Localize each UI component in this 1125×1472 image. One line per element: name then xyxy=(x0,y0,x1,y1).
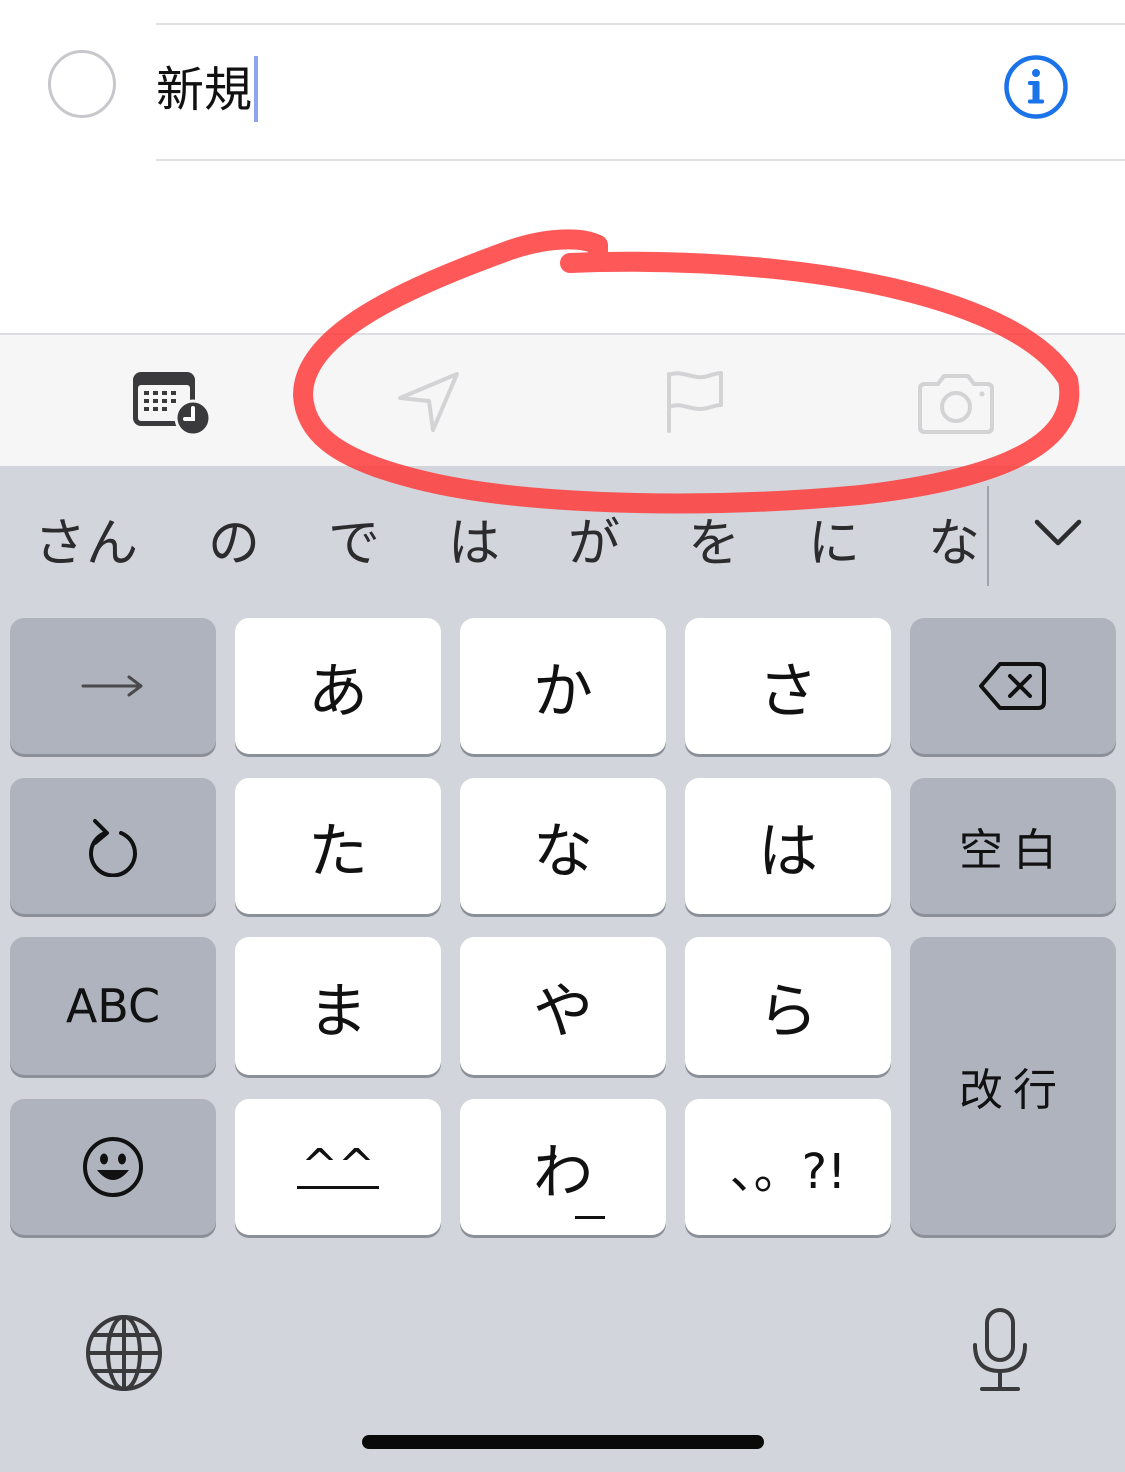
annotation-circle xyxy=(293,229,1080,514)
